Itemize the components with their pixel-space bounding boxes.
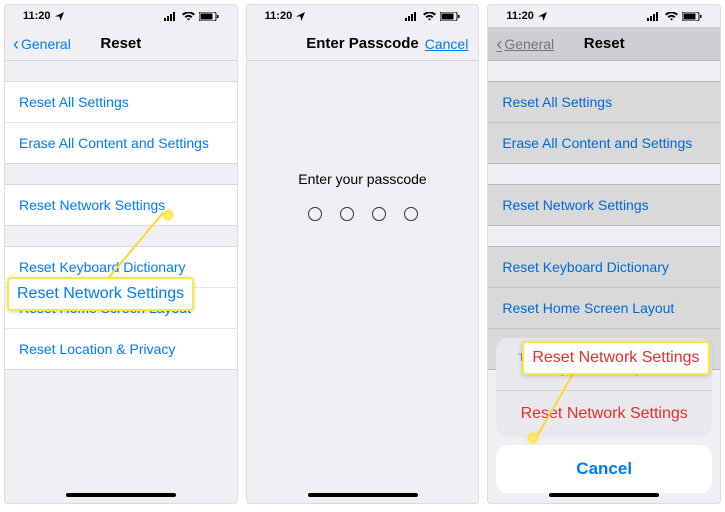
screen-confirm: 11:20 ‹ General Reset Reset All Settings… (487, 4, 721, 504)
group-2: Reset Network Settings (5, 184, 237, 226)
nav-title: Enter Passcode (306, 35, 419, 52)
passcode-dots[interactable] (247, 207, 479, 221)
screen-reset: 11:20 ‹ General Reset Reset All Settings… (4, 4, 238, 504)
passcode-dot (404, 207, 418, 221)
row-reset-location-privacy[interactable]: Reset Location & Privacy (5, 329, 237, 369)
row-reset-all-settings[interactable]: Reset All Settings (5, 82, 237, 123)
cancel-button[interactable]: Cancel (425, 36, 469, 52)
wifi-icon (423, 12, 436, 21)
nav-title: Reset (100, 35, 141, 52)
passcode-prompt: Enter your passcode (247, 171, 479, 187)
action-sheet-cancel[interactable]: Cancel (496, 445, 712, 493)
status-bar: 11:20 (247, 5, 479, 27)
screen-passcode: 11:20 Enter Passcode Cancel Enter your p… (246, 4, 480, 504)
group-1: Reset All Settings Erase All Content and… (5, 81, 237, 164)
passcode-dot (340, 207, 354, 221)
status-bar: 11:20 (5, 5, 237, 27)
chevron-left-icon: ‹ (13, 35, 19, 53)
location-icon (296, 12, 305, 21)
nav-bar: ‹ General Reset (5, 27, 237, 61)
row-reset-network-settings[interactable]: Reset Network Settings (5, 185, 237, 225)
status-time: 11:20 (265, 10, 293, 22)
back-label: General (21, 36, 71, 52)
back-button[interactable]: ‹ General (13, 35, 71, 53)
row-erase-all-content[interactable]: Erase All Content and Settings (5, 123, 237, 163)
status-time: 11:20 (23, 10, 51, 22)
passcode-dot (372, 207, 386, 221)
action-sheet-destructive[interactable]: Reset Network Settings (496, 391, 712, 437)
callout-reset-network: Reset Network Settings (7, 277, 194, 311)
nav-bar: Enter Passcode Cancel (247, 27, 479, 61)
wifi-icon (182, 12, 195, 21)
passcode-area: Enter your passcode (247, 171, 479, 221)
battery-icon (440, 12, 460, 21)
callout-target-dot (163, 210, 173, 220)
signal-icon (164, 12, 178, 21)
passcode-dot (308, 207, 322, 221)
home-indicator[interactable] (66, 493, 176, 497)
home-indicator[interactable] (549, 493, 659, 497)
location-icon (55, 12, 64, 21)
callout-reset-network-confirm: Reset Network Settings (522, 341, 709, 375)
signal-icon (405, 12, 419, 21)
home-indicator[interactable] (308, 493, 418, 497)
battery-icon (199, 12, 219, 21)
